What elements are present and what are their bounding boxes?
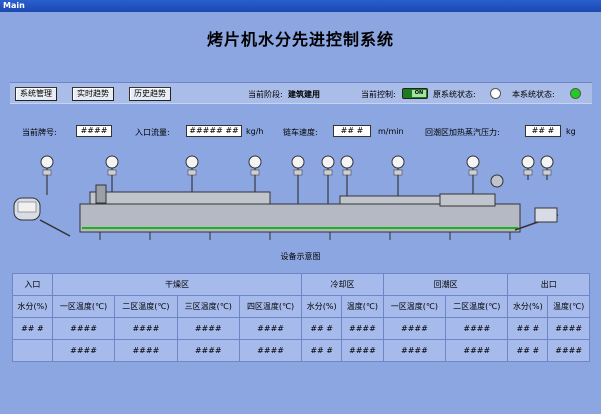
- stage-label: 当前阶段:: [248, 90, 283, 99]
- control-toggle[interactable]: ON: [402, 88, 428, 99]
- gauge-icon: [521, 155, 535, 180]
- table-row: #### #### #### #### ## # #### #### #### …: [12, 339, 590, 362]
- subheader: 水分(%): [507, 295, 549, 318]
- control-label: 当前控制:: [361, 90, 396, 99]
- group-drying: 干燥区: [51, 273, 303, 296]
- subheader: 一区温度(℃): [382, 295, 447, 318]
- table-cell: [12, 339, 53, 362]
- system-management-button[interactable]: 系统管理: [15, 87, 57, 101]
- table-cell: ####: [176, 317, 240, 340]
- output-conveyor-icon: [514, 207, 559, 231]
- equipment-diagram: [13, 155, 559, 240]
- table-cell: ## #: [507, 339, 549, 362]
- feeder-icon: [13, 197, 71, 237]
- brand-field: ####: [76, 125, 112, 137]
- table-cell: ## #: [301, 317, 343, 340]
- steam-pressure-field: ## #: [525, 125, 561, 137]
- flow-unit: kg/h: [246, 127, 264, 136]
- group-outlet: 出口: [507, 273, 590, 296]
- orig-status-indicator: [490, 88, 501, 99]
- table-cell: ####: [445, 317, 509, 340]
- table-subheader-row: 水分(%) 一区温度(℃) 二区温度(℃) 三区温度(℃) 四区温度(℃) 水分…: [12, 295, 590, 318]
- table-group-row: 入口 干燥区 冷却区 回潮区 出口: [12, 273, 590, 296]
- table-cell: ## #: [12, 317, 53, 340]
- subheader: 温度(℃): [547, 295, 590, 318]
- this-status-label: 本系统状态:: [512, 90, 555, 99]
- table-cell: ####: [176, 339, 240, 362]
- subheader: 四区温度(℃): [238, 295, 303, 318]
- subheader: 一区温度(℃): [51, 295, 116, 318]
- table-cell: ####: [547, 317, 590, 340]
- table-cell: ####: [114, 317, 178, 340]
- stage-value: 建筑建用: [288, 90, 320, 99]
- diagram-caption: 设备示意图: [280, 252, 321, 261]
- chain-speed-label: 链车速度:: [283, 128, 318, 137]
- table-row: ## # #### #### #### #### ## # #### #### …: [12, 317, 590, 340]
- subheader: 二区温度(℃): [445, 295, 509, 318]
- table-cell: ####: [341, 339, 384, 362]
- page-title: 烤片机水分先进控制系统: [206, 30, 394, 49]
- table-cell: ####: [51, 339, 116, 362]
- gauge-icon: [540, 155, 554, 180]
- chain-speed-field: ## #: [333, 125, 371, 137]
- table-cell: ## #: [507, 317, 549, 340]
- data-table: 入口 干燥区 冷却区 回潮区 出口 水分(%) 一区温度(℃) 二区温度(℃) …: [12, 273, 590, 362]
- table-cell: ####: [445, 339, 509, 362]
- group-inlet: 入口: [12, 273, 53, 296]
- table-cell: ####: [51, 317, 116, 340]
- subheader: 三区温度(℃): [176, 295, 240, 318]
- table-cell: ####: [114, 339, 178, 362]
- flow-field: ##### ##: [186, 125, 242, 137]
- gauge-icon: [40, 155, 54, 195]
- realtime-trend-button[interactable]: 实时趋势: [72, 87, 114, 101]
- steam-pressure-label: 回潮区加热蒸汽压力:: [425, 128, 500, 137]
- subheader: 二区温度(℃): [114, 295, 178, 318]
- flow-label: 入口流量:: [135, 128, 170, 137]
- steam-pressure-unit: kg: [566, 127, 576, 136]
- window-titlebar: Main: [0, 0, 601, 12]
- toolbar: 系统管理 实时趋势 历史趋势 当前阶段: 建筑建用 当前控制: ON 原系统状态…: [10, 82, 592, 104]
- subheader: 水分(%): [301, 295, 343, 318]
- subheader: 温度(℃): [341, 295, 384, 318]
- toggle-knob: ON: [412, 90, 426, 97]
- history-trend-button[interactable]: 历史趋势: [129, 87, 171, 101]
- dryer-body: [79, 174, 521, 233]
- subheader: 水分(%): [12, 295, 53, 318]
- table-cell: ####: [382, 317, 447, 340]
- chain-speed-unit: m/min: [378, 127, 404, 136]
- table-cell: ####: [547, 339, 590, 362]
- this-status-indicator: [570, 88, 581, 99]
- table-cell: ####: [382, 339, 447, 362]
- support-legs: [99, 232, 511, 240]
- group-rehumid: 回潮区: [382, 273, 509, 296]
- group-cooling: 冷却区: [301, 273, 384, 296]
- orig-status-label: 原系统状态:: [433, 90, 476, 99]
- table-cell: ####: [238, 317, 303, 340]
- brand-label: 当前牌号:: [22, 128, 57, 137]
- table-cell: ####: [341, 317, 384, 340]
- table-cell: ## #: [301, 339, 343, 362]
- table-cell: ####: [238, 339, 303, 362]
